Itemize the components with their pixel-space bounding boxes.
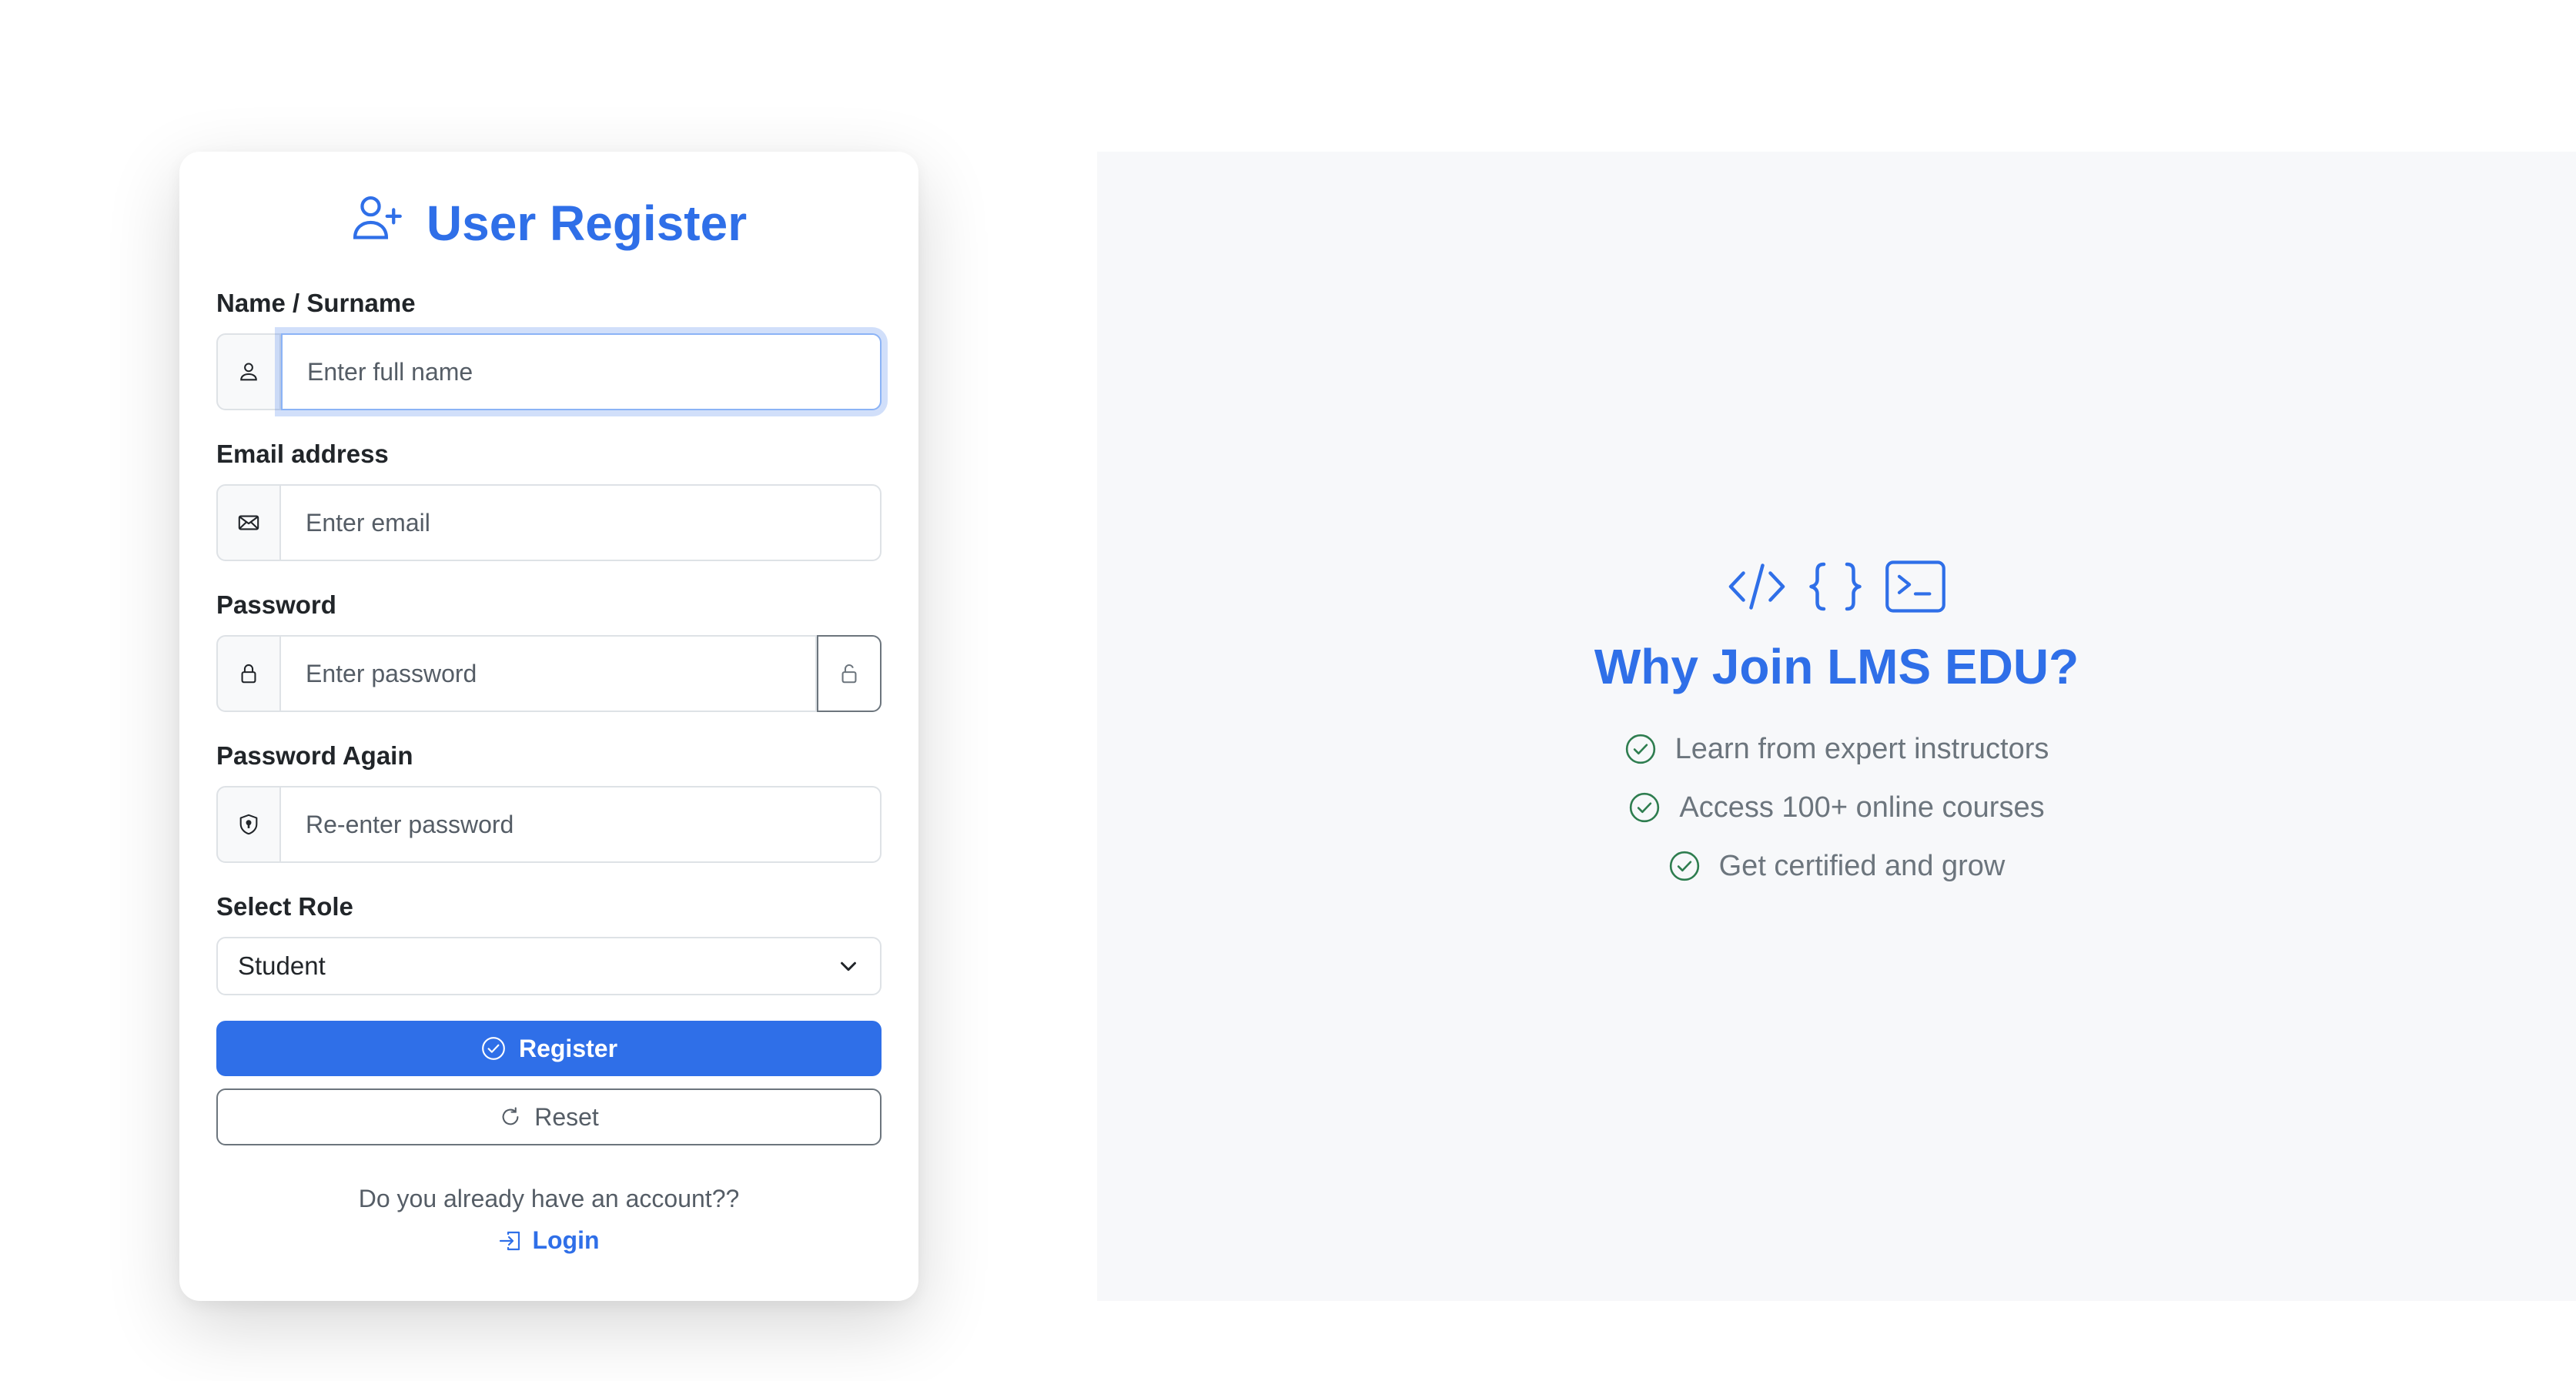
chevron-down-icon	[841, 961, 856, 971]
feature-item: Access 100+ online courses	[1097, 786, 2576, 829]
register-button[interactable]: Register	[216, 1021, 882, 1076]
password-again-input-group	[216, 786, 882, 863]
feature-item: Get certified and grow	[1097, 844, 2576, 888]
password-toggle-button[interactable]	[817, 635, 882, 712]
promo-title: Why Join LMS EDU?	[1594, 639, 2079, 694]
feature-text: Get certified and grow	[1718, 849, 2006, 882]
email-label: Email address	[216, 440, 389, 468]
role-select-value: Student	[238, 951, 326, 980]
page: User Register Name / Surname Email addre…	[0, 0, 2576, 1381]
email-input[interactable]	[281, 484, 882, 561]
check-circle-icon	[482, 1037, 505, 1060]
password-input-group	[216, 635, 882, 712]
login-link[interactable]: Login	[179, 1226, 918, 1255]
feature-text: Learn from expert instructors	[1674, 732, 2049, 765]
register-card: User Register Name / Surname Email addre…	[179, 152, 918, 1301]
unlock-icon	[841, 664, 857, 684]
feature-item: Learn from expert instructors	[1097, 727, 2576, 771]
code-slash-icon	[1728, 563, 1785, 610]
name-label: Name / Surname	[216, 289, 416, 317]
password-again-input[interactable]	[281, 786, 882, 863]
refresh-icon	[502, 1107, 519, 1125]
promo-icons	[1097, 552, 2576, 621]
braces-icon	[1808, 562, 1862, 611]
promo-panel: Why Join LMS EDU? Learn from expert inst…	[1097, 152, 2576, 1301]
envelope-icon	[216, 484, 281, 561]
person-icon	[216, 333, 281, 410]
name-input-group	[216, 333, 882, 410]
reset-button[interactable]: Reset	[216, 1088, 882, 1145]
feature-text: Access 100+ online courses	[1679, 791, 2045, 824]
register-title-text: User Register	[426, 196, 748, 251]
password-again-label: Password Again	[216, 741, 413, 770]
role-label: Select Role	[216, 892, 353, 921]
account-prompt: Do you already have an account??	[358, 1185, 740, 1212]
password-label: Password	[216, 590, 336, 619]
register-button-label: Register	[518, 1034, 618, 1062]
check-circle-icon	[1669, 851, 1699, 881]
role-select[interactable]: Student	[216, 937, 882, 995]
person-plus-icon	[351, 192, 403, 256]
shield-lock-icon	[216, 786, 281, 863]
password-input[interactable]	[281, 635, 817, 712]
login-link-label: Login	[532, 1226, 600, 1254]
check-circle-icon	[1625, 734, 1655, 764]
lock-icon	[216, 635, 281, 712]
check-circle-icon	[1630, 792, 1660, 823]
register-title: User Register	[179, 189, 918, 258]
email-input-group	[216, 484, 882, 561]
terminal-icon	[1885, 560, 1945, 613]
box-arrow-in-right-icon	[500, 1231, 520, 1250]
reset-button-label: Reset	[534, 1102, 599, 1131]
name-input[interactable]	[281, 333, 882, 410]
